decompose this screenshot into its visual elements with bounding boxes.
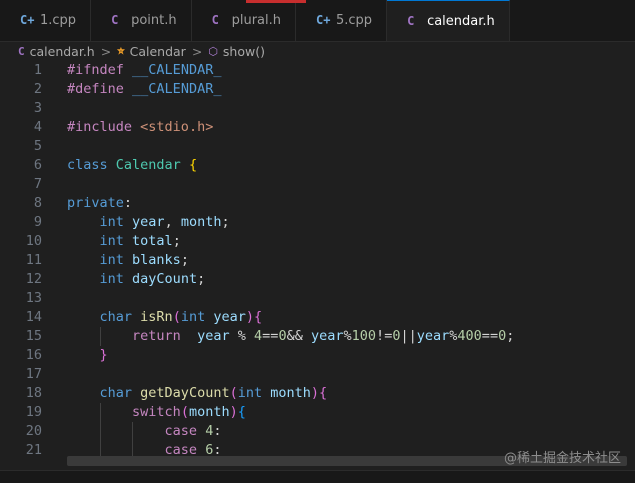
class-icon: ⭐︎ (117, 44, 125, 57)
code-line[interactable]: 15 return year % 4==0&& year%100!=0||yea… (0, 327, 635, 346)
chevron-right-icon: > (191, 43, 203, 59)
code-line[interactable]: 13 (0, 289, 635, 308)
code-line[interactable]: 7 (0, 175, 635, 194)
editor-tab-bar: C+ 1.cpp C point.h C plural.h C+ 5.cpp C… (0, 0, 635, 42)
code-line[interactable]: 9 int year, month; (0, 213, 635, 232)
line-number: 9 (33, 214, 42, 230)
code-text: char isRn(int year){ (99, 309, 263, 325)
tab-plural-h[interactable]: C plural.h (192, 0, 296, 41)
tab-1-cpp[interactable]: C+ 1.cpp (0, 0, 92, 41)
chevron-right-icon: > (100, 43, 112, 59)
breadcrumb: C calendar.h > ⭐︎ Calendar > ⬡ show() (0, 41, 635, 61)
code-text: #define __CALENDAR_ (67, 81, 222, 97)
bottom-panel-tabs (0, 470, 635, 483)
code-line[interactable]: 6 class Calendar { (0, 156, 635, 175)
cpp-icon: C+ (316, 13, 331, 27)
line-number: 7 (33, 176, 42, 192)
code-text: int blanks; (99, 252, 189, 268)
line-number: 1 (33, 62, 42, 78)
line-number: 18 (25, 385, 42, 401)
c-header-icon: C (18, 44, 25, 58)
cpp-icon: C+ (20, 13, 35, 27)
code-text: #include <stdio.h> (67, 119, 214, 135)
tab-calendar-h[interactable]: C calendar.h (387, 0, 510, 41)
method-cube-icon: ⬡ (208, 44, 218, 58)
code-line[interactable]: 14 char isRn(int year){ (0, 308, 635, 327)
line-number: 8 (33, 195, 42, 211)
c-header-icon: C (211, 13, 219, 27)
code-line[interactable]: 16 } (0, 346, 635, 365)
tab-label: 5.cpp (336, 13, 373, 28)
line-number: 10 (25, 233, 42, 249)
code-text: char getDayCount(int month){ (99, 385, 328, 401)
window-drag-indicator (246, 0, 306, 3)
line-number: 20 (25, 423, 42, 439)
line-number: 13 (25, 290, 42, 306)
tab-label: 1.cpp (40, 13, 77, 28)
code-text: class Calendar { (67, 157, 198, 173)
breadcrumb-file[interactable]: C calendar.h (18, 44, 95, 59)
tab-label: point.h (131, 13, 177, 28)
code-line[interactable]: 10 int total; (0, 232, 635, 251)
c-header-icon: C (407, 14, 415, 28)
code-line[interactable]: 2 #define __CALENDAR_ (0, 80, 635, 99)
code-line[interactable]: 18 char getDayCount(int month){ (0, 384, 635, 403)
code-text: private: (67, 195, 133, 211)
code-line[interactable]: 17 (0, 365, 635, 384)
code-text: case 4: (164, 423, 222, 439)
breadcrumb-method[interactable]: ⬡ show() (208, 44, 265, 59)
code-line[interactable]: 20 case 4: (0, 422, 635, 441)
code-text: } (99, 347, 108, 363)
line-number: 2 (33, 81, 42, 97)
line-number: 17 (25, 366, 42, 382)
tab-point-h[interactable]: C point.h (91, 0, 192, 41)
watermark: @稀土掘金技术社区 (503, 451, 621, 466)
code-text: switch(month){ (132, 404, 246, 420)
line-number: 21 (25, 442, 42, 458)
tab-label: plural.h (231, 13, 281, 28)
code-line[interactable]: 5 (0, 137, 635, 156)
breadcrumb-class[interactable]: ⭐︎ Calendar (117, 44, 186, 59)
line-number: 19 (25, 404, 42, 420)
line-number: 14 (25, 309, 42, 325)
tab-5-cpp[interactable]: C+ 5.cpp (296, 0, 388, 41)
line-number: 16 (25, 347, 42, 363)
code-text: int year, month; (99, 214, 230, 230)
line-number: 11 (25, 252, 42, 268)
code-line[interactable]: 4 #include <stdio.h> (0, 118, 635, 137)
code-text: return year % 4==0&& year%100!=0||year%4… (132, 328, 515, 344)
code-line[interactable]: 11 int blanks; (0, 251, 635, 270)
code-line[interactable]: 19 switch(month){ (0, 403, 635, 422)
code-line[interactable]: 3 (0, 99, 635, 118)
line-number: 3 (33, 100, 42, 116)
line-number: 12 (25, 271, 42, 287)
tab-label: calendar.h (427, 13, 495, 29)
line-number: 6 (33, 157, 42, 173)
line-number: 5 (33, 138, 42, 154)
c-header-icon: C (111, 13, 119, 27)
code-text: #ifndef __CALENDAR_ (67, 62, 222, 78)
code-editor[interactable]: 1 #ifndef __CALENDAR_ 2 #define __CALENDAR_… (0, 61, 635, 470)
code-line[interactable]: 1 #ifndef __CALENDAR_ (0, 61, 635, 80)
code-line[interactable]: 8 private: (0, 194, 635, 213)
code-line[interactable]: 12 int dayCount; (0, 270, 635, 289)
line-number: 4 (33, 119, 42, 135)
line-number: 15 (25, 328, 42, 344)
code-text: int dayCount; (99, 271, 206, 287)
code-text: int total; (99, 233, 181, 249)
